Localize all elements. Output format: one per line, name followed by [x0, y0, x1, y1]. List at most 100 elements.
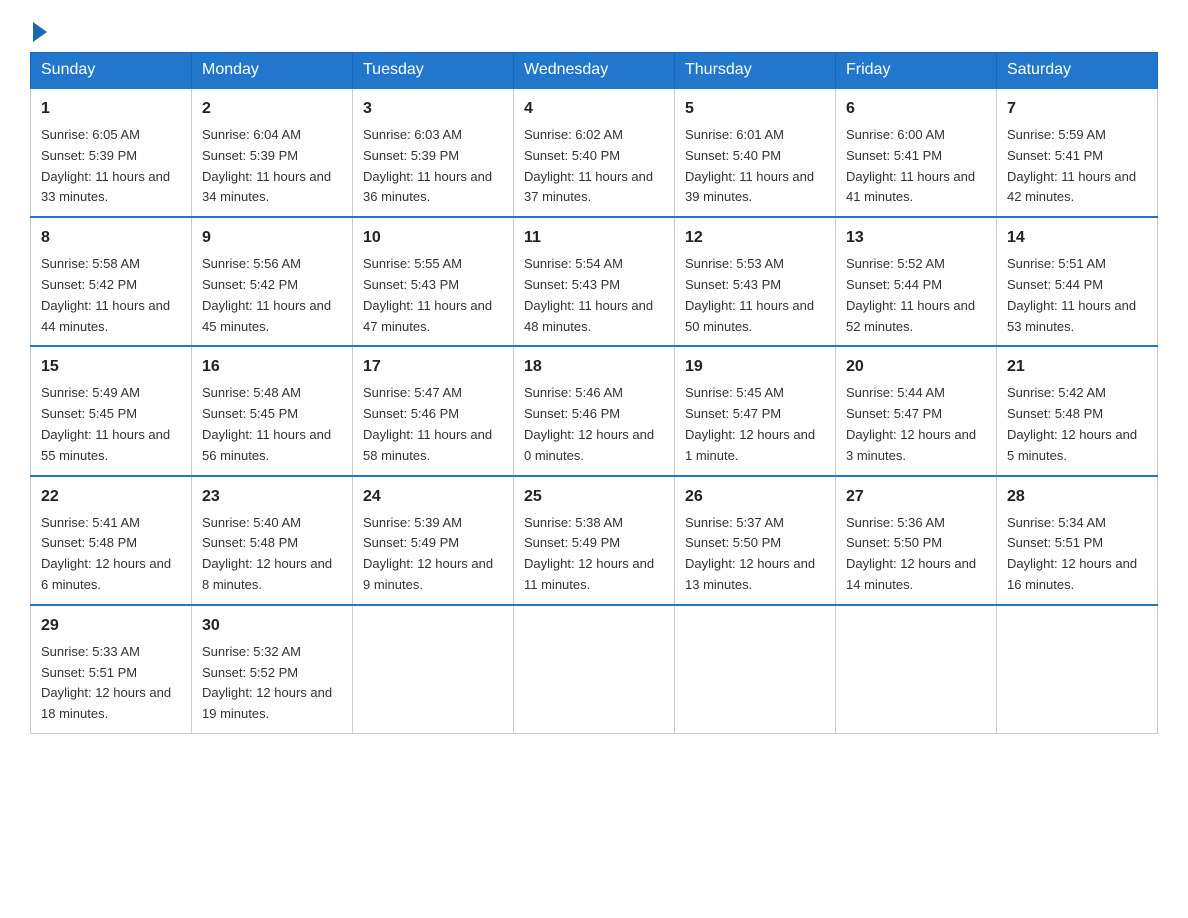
day-info: Sunrise: 5:48 AMSunset: 5:45 PMDaylight:… [202, 385, 331, 462]
day-cell: 30 Sunrise: 5:32 AMSunset: 5:52 PMDaylig… [192, 605, 353, 734]
day-info: Sunrise: 5:37 AMSunset: 5:50 PMDaylight:… [685, 515, 815, 592]
day-cell: 21 Sunrise: 5:42 AMSunset: 5:48 PMDaylig… [997, 346, 1158, 475]
day-number: 7 [1007, 97, 1147, 121]
day-cell: 4 Sunrise: 6:02 AMSunset: 5:40 PMDayligh… [514, 88, 675, 217]
day-cell: 10 Sunrise: 5:55 AMSunset: 5:43 PMDaylig… [353, 217, 514, 346]
day-cell: 17 Sunrise: 5:47 AMSunset: 5:46 PMDaylig… [353, 346, 514, 475]
logo [30, 30, 47, 42]
day-info: Sunrise: 6:05 AMSunset: 5:39 PMDaylight:… [41, 127, 170, 204]
day-number: 13 [846, 226, 986, 250]
day-info: Sunrise: 6:00 AMSunset: 5:41 PMDaylight:… [846, 127, 975, 204]
day-number: 11 [524, 226, 664, 250]
day-cell: 13 Sunrise: 5:52 AMSunset: 5:44 PMDaylig… [836, 217, 997, 346]
day-cell: 1 Sunrise: 6:05 AMSunset: 5:39 PMDayligh… [31, 88, 192, 217]
day-info: Sunrise: 5:42 AMSunset: 5:48 PMDaylight:… [1007, 385, 1137, 462]
day-cell: 12 Sunrise: 5:53 AMSunset: 5:43 PMDaylig… [675, 217, 836, 346]
day-number: 15 [41, 355, 181, 379]
week-row-5: 29 Sunrise: 5:33 AMSunset: 5:51 PMDaylig… [31, 605, 1158, 734]
day-info: Sunrise: 5:47 AMSunset: 5:46 PMDaylight:… [363, 385, 492, 462]
day-cell [675, 605, 836, 734]
week-row-4: 22 Sunrise: 5:41 AMSunset: 5:48 PMDaylig… [31, 476, 1158, 605]
day-info: Sunrise: 5:40 AMSunset: 5:48 PMDaylight:… [202, 515, 332, 592]
day-number: 6 [846, 97, 986, 121]
calendar-table: SundayMondayTuesdayWednesdayThursdayFrid… [30, 52, 1158, 734]
week-row-3: 15 Sunrise: 5:49 AMSunset: 5:45 PMDaylig… [31, 346, 1158, 475]
day-cell: 28 Sunrise: 5:34 AMSunset: 5:51 PMDaylig… [997, 476, 1158, 605]
day-cell: 3 Sunrise: 6:03 AMSunset: 5:39 PMDayligh… [353, 88, 514, 217]
day-number: 5 [685, 97, 825, 121]
weekday-header-sunday: Sunday [31, 53, 192, 89]
day-number: 2 [202, 97, 342, 121]
weekday-header-row: SundayMondayTuesdayWednesdayThursdayFrid… [31, 53, 1158, 89]
day-info: Sunrise: 5:54 AMSunset: 5:43 PMDaylight:… [524, 256, 653, 333]
day-cell: 11 Sunrise: 5:54 AMSunset: 5:43 PMDaylig… [514, 217, 675, 346]
day-cell: 8 Sunrise: 5:58 AMSunset: 5:42 PMDayligh… [31, 217, 192, 346]
weekday-header-saturday: Saturday [997, 53, 1158, 89]
day-cell: 19 Sunrise: 5:45 AMSunset: 5:47 PMDaylig… [675, 346, 836, 475]
day-cell: 26 Sunrise: 5:37 AMSunset: 5:50 PMDaylig… [675, 476, 836, 605]
day-number: 23 [202, 485, 342, 509]
week-row-2: 8 Sunrise: 5:58 AMSunset: 5:42 PMDayligh… [31, 217, 1158, 346]
day-info: Sunrise: 5:44 AMSunset: 5:47 PMDaylight:… [846, 385, 976, 462]
day-number: 9 [202, 226, 342, 250]
day-info: Sunrise: 5:52 AMSunset: 5:44 PMDaylight:… [846, 256, 975, 333]
day-number: 21 [1007, 355, 1147, 379]
day-info: Sunrise: 6:02 AMSunset: 5:40 PMDaylight:… [524, 127, 653, 204]
day-cell: 22 Sunrise: 5:41 AMSunset: 5:48 PMDaylig… [31, 476, 192, 605]
day-number: 28 [1007, 485, 1147, 509]
week-row-1: 1 Sunrise: 6:05 AMSunset: 5:39 PMDayligh… [31, 88, 1158, 217]
day-info: Sunrise: 5:45 AMSunset: 5:47 PMDaylight:… [685, 385, 815, 462]
day-number: 26 [685, 485, 825, 509]
day-cell [353, 605, 514, 734]
day-info: Sunrise: 5:34 AMSunset: 5:51 PMDaylight:… [1007, 515, 1137, 592]
day-number: 8 [41, 226, 181, 250]
weekday-header-monday: Monday [192, 53, 353, 89]
day-number: 4 [524, 97, 664, 121]
day-info: Sunrise: 5:46 AMSunset: 5:46 PMDaylight:… [524, 385, 654, 462]
weekday-header-friday: Friday [836, 53, 997, 89]
weekday-header-tuesday: Tuesday [353, 53, 514, 89]
day-cell: 29 Sunrise: 5:33 AMSunset: 5:51 PMDaylig… [31, 605, 192, 734]
day-number: 27 [846, 485, 986, 509]
day-info: Sunrise: 5:49 AMSunset: 5:45 PMDaylight:… [41, 385, 170, 462]
day-info: Sunrise: 5:38 AMSunset: 5:49 PMDaylight:… [524, 515, 654, 592]
day-info: Sunrise: 5:33 AMSunset: 5:51 PMDaylight:… [41, 644, 171, 721]
day-info: Sunrise: 5:56 AMSunset: 5:42 PMDaylight:… [202, 256, 331, 333]
day-info: Sunrise: 5:51 AMSunset: 5:44 PMDaylight:… [1007, 256, 1136, 333]
day-number: 30 [202, 614, 342, 638]
day-number: 29 [41, 614, 181, 638]
day-cell: 20 Sunrise: 5:44 AMSunset: 5:47 PMDaylig… [836, 346, 997, 475]
day-number: 20 [846, 355, 986, 379]
day-info: Sunrise: 6:04 AMSunset: 5:39 PMDaylight:… [202, 127, 331, 204]
day-number: 16 [202, 355, 342, 379]
day-number: 3 [363, 97, 503, 121]
day-cell: 16 Sunrise: 5:48 AMSunset: 5:45 PMDaylig… [192, 346, 353, 475]
day-cell: 27 Sunrise: 5:36 AMSunset: 5:50 PMDaylig… [836, 476, 997, 605]
day-info: Sunrise: 5:58 AMSunset: 5:42 PMDaylight:… [41, 256, 170, 333]
day-number: 1 [41, 97, 181, 121]
day-info: Sunrise: 5:36 AMSunset: 5:50 PMDaylight:… [846, 515, 976, 592]
day-number: 25 [524, 485, 664, 509]
day-number: 14 [1007, 226, 1147, 250]
day-cell [836, 605, 997, 734]
weekday-header-wednesday: Wednesday [514, 53, 675, 89]
day-cell: 7 Sunrise: 5:59 AMSunset: 5:41 PMDayligh… [997, 88, 1158, 217]
day-cell: 23 Sunrise: 5:40 AMSunset: 5:48 PMDaylig… [192, 476, 353, 605]
day-cell: 2 Sunrise: 6:04 AMSunset: 5:39 PMDayligh… [192, 88, 353, 217]
day-cell: 24 Sunrise: 5:39 AMSunset: 5:49 PMDaylig… [353, 476, 514, 605]
day-info: Sunrise: 5:59 AMSunset: 5:41 PMDaylight:… [1007, 127, 1136, 204]
logo-arrow-icon [33, 22, 47, 42]
day-info: Sunrise: 5:53 AMSunset: 5:43 PMDaylight:… [685, 256, 814, 333]
day-cell: 15 Sunrise: 5:49 AMSunset: 5:45 PMDaylig… [31, 346, 192, 475]
day-info: Sunrise: 5:39 AMSunset: 5:49 PMDaylight:… [363, 515, 493, 592]
day-cell [514, 605, 675, 734]
day-number: 12 [685, 226, 825, 250]
day-cell: 9 Sunrise: 5:56 AMSunset: 5:42 PMDayligh… [192, 217, 353, 346]
day-number: 24 [363, 485, 503, 509]
day-info: Sunrise: 6:03 AMSunset: 5:39 PMDaylight:… [363, 127, 492, 204]
day-info: Sunrise: 5:41 AMSunset: 5:48 PMDaylight:… [41, 515, 171, 592]
day-cell: 5 Sunrise: 6:01 AMSunset: 5:40 PMDayligh… [675, 88, 836, 217]
day-number: 18 [524, 355, 664, 379]
day-info: Sunrise: 5:32 AMSunset: 5:52 PMDaylight:… [202, 644, 332, 721]
page-header [30, 20, 1158, 42]
